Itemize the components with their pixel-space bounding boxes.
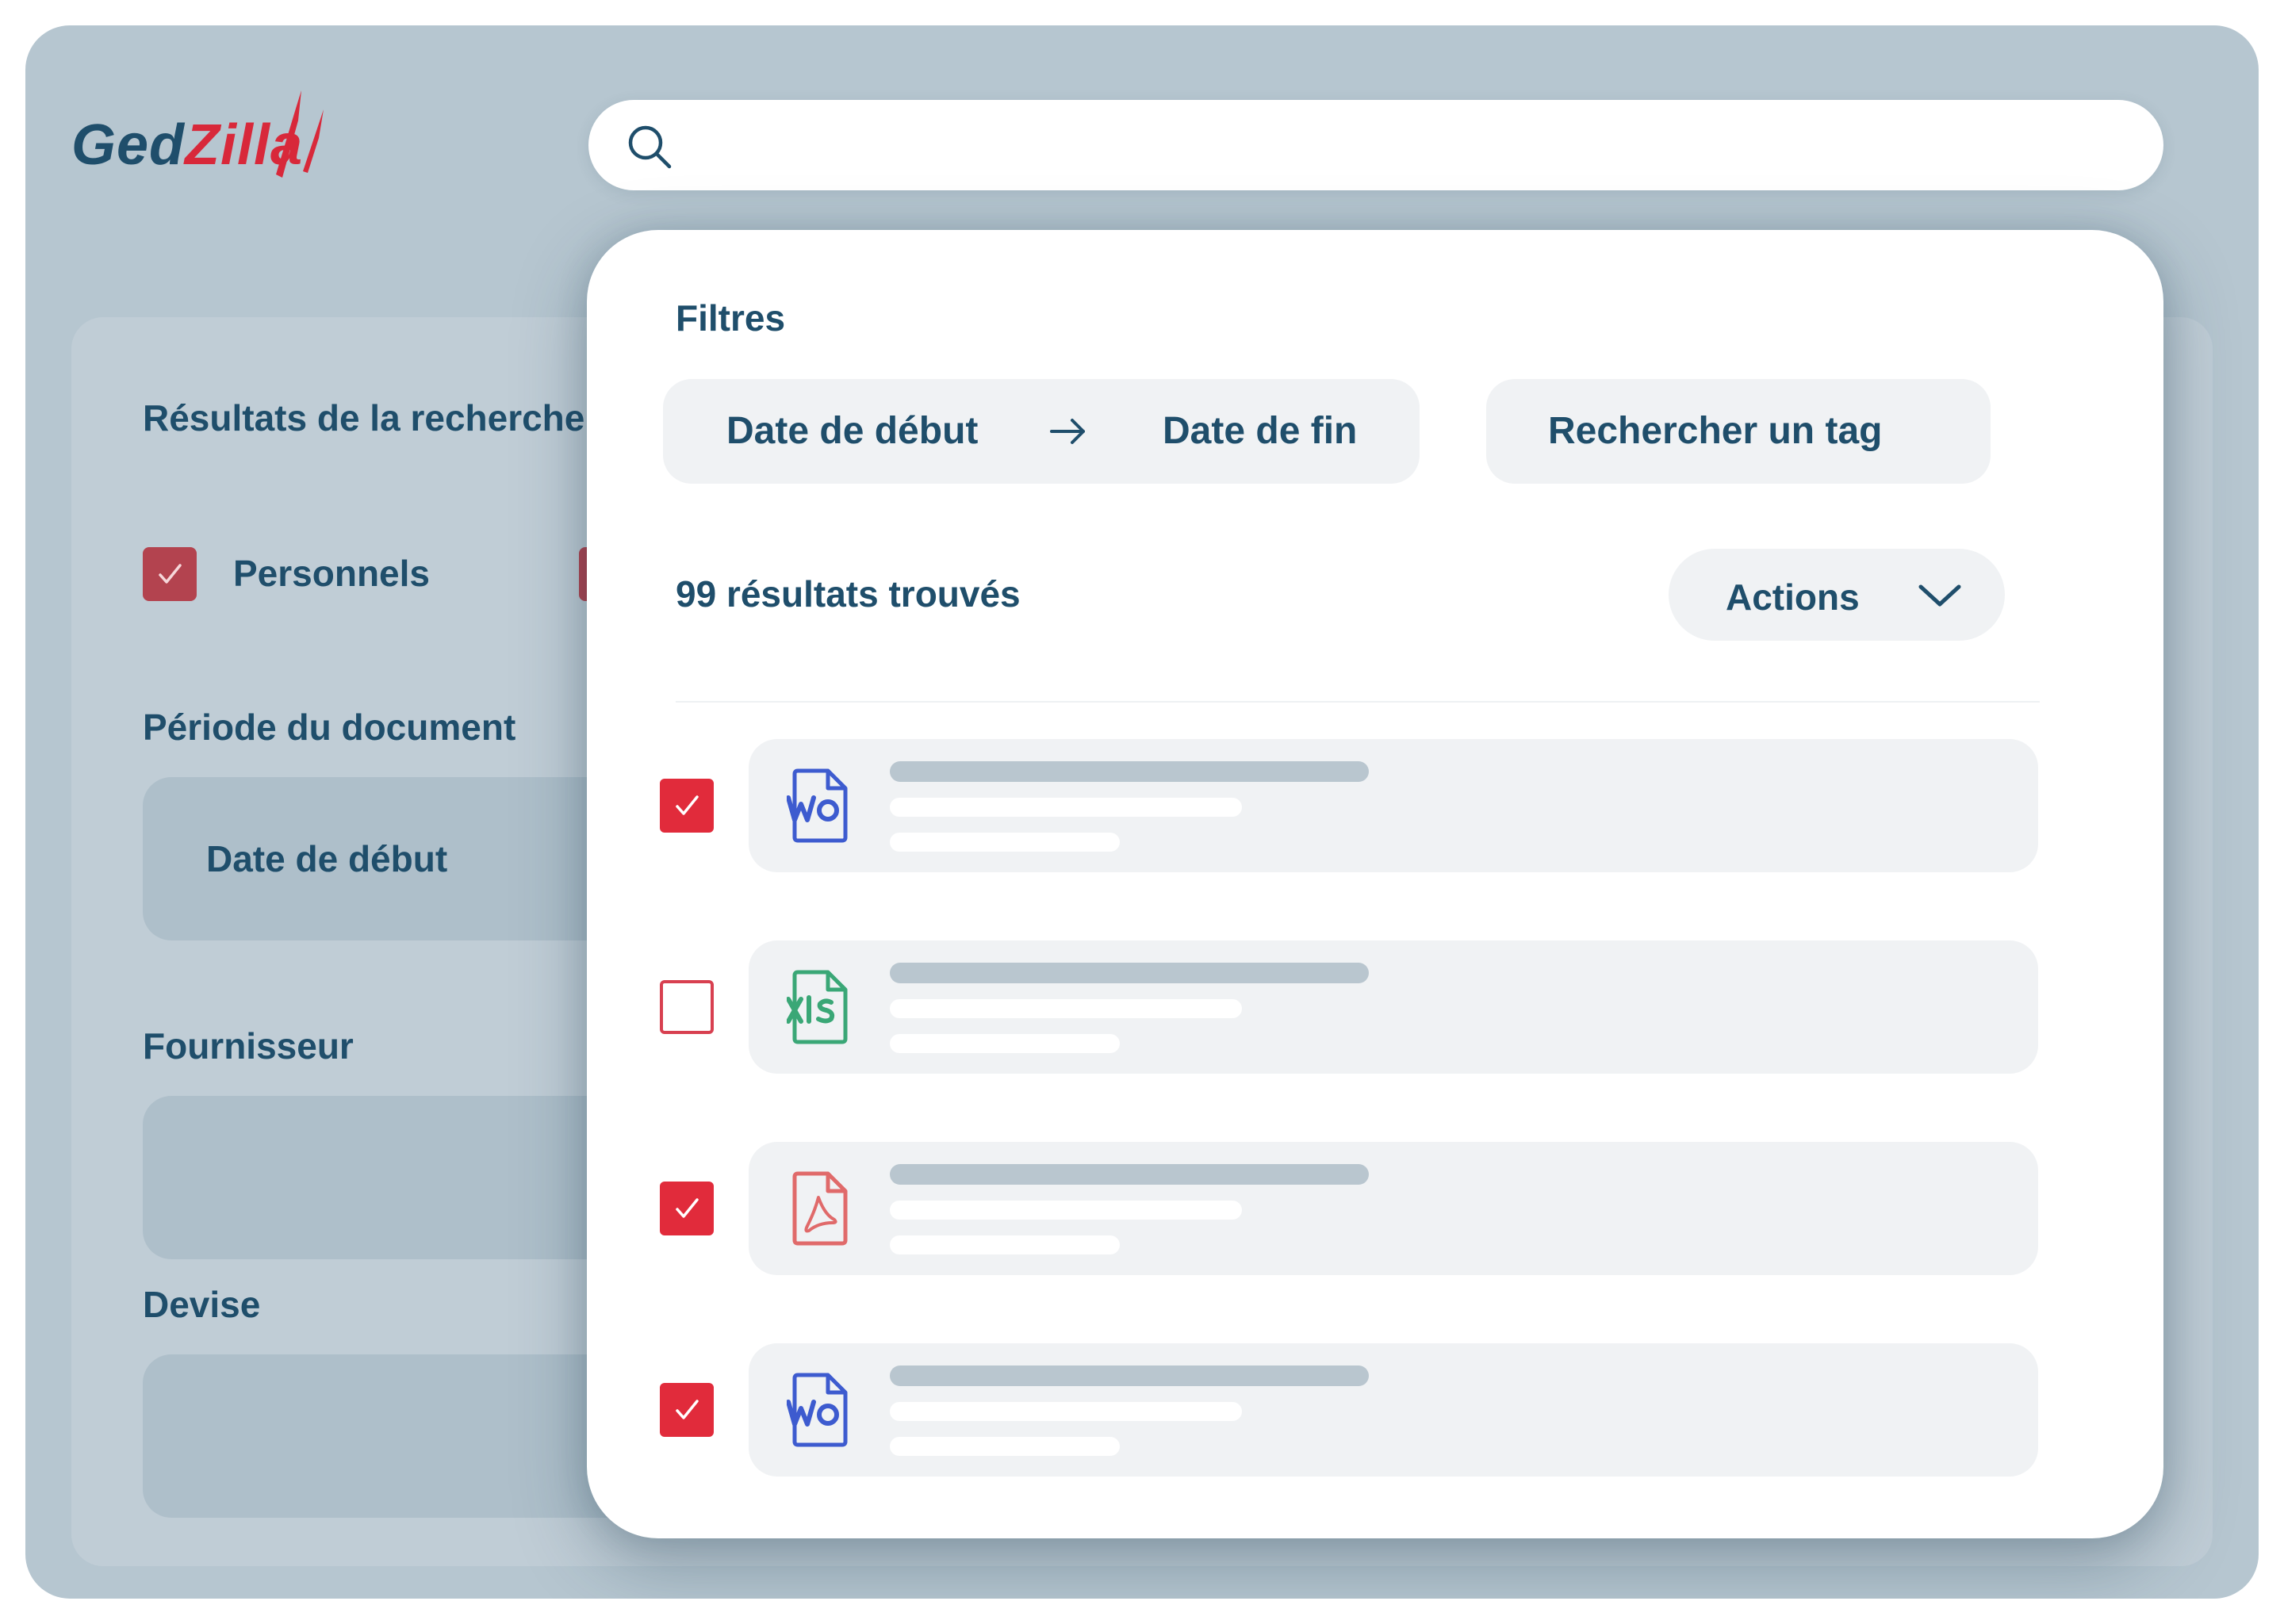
checkmark-icon: [159, 564, 182, 584]
actions-dropdown[interactable]: Actions: [1669, 549, 2005, 641]
date-range-picker[interactable]: Date de début Date de fin: [663, 379, 1420, 484]
gedzilla-logo: GedZilla: [71, 89, 357, 184]
title-placeholder: [890, 963, 1369, 983]
list-item[interactable]: [749, 1343, 2038, 1477]
period-start-field[interactable]: Date de début: [143, 777, 634, 940]
filters-title: Filtres: [676, 297, 786, 339]
list-item[interactable]: [749, 940, 2038, 1074]
claw-marks-icon: [276, 90, 324, 178]
date-end-field[interactable]: Date de fin: [1163, 409, 1357, 453]
app-window: GedZilla Résultats de la recherche Perso…: [25, 25, 2259, 1599]
personnels-label: Personnels: [233, 553, 430, 594]
result-checkbox[interactable]: [660, 1383, 714, 1437]
results-title: Résultats de la recherche: [143, 397, 585, 439]
title-placeholder: [890, 1365, 1369, 1386]
date-start-field[interactable]: Date de début: [726, 409, 978, 453]
result-checkbox[interactable]: [660, 980, 714, 1034]
search-icon: [628, 125, 672, 169]
tag-search-field[interactable]: Rechercher un tag: [1486, 379, 1991, 484]
currency-label: Devise: [143, 1284, 261, 1325]
tag-search-label: Rechercher un tag: [1548, 410, 1883, 452]
subtitle-placeholder: [890, 798, 1242, 817]
title-placeholder: [890, 1164, 1369, 1185]
list-item[interactable]: [749, 1142, 2038, 1275]
search-input[interactable]: [692, 117, 2122, 174]
actions-label: Actions: [1726, 576, 1860, 618]
meta-placeholder: [890, 833, 1120, 852]
word-file-icon: [787, 768, 848, 843]
meta-placeholder: [890, 1235, 1120, 1254]
excel-file-icon: [787, 970, 848, 1044]
subtitle-placeholder: [890, 999, 1242, 1018]
checkmark-icon: [676, 795, 699, 815]
list-item[interactable]: [749, 739, 2038, 872]
period-start-label: Date de début: [206, 838, 448, 879]
checkmark-icon: [676, 1400, 699, 1419]
results-count: 99 résultats trouvés: [676, 573, 1021, 615]
divider: [676, 701, 2040, 703]
pdf-file-icon: [792, 1171, 848, 1246]
supplier-label: Fournisseur: [143, 1025, 354, 1067]
result-checkbox[interactable]: [660, 1182, 714, 1235]
currency-field[interactable]: [143, 1354, 634, 1518]
subtitle-placeholder: [890, 1402, 1242, 1421]
personnels-checkbox[interactable]: [143, 547, 197, 601]
word-file-icon: [787, 1373, 848, 1447]
supplier-field[interactable]: [143, 1096, 634, 1259]
arrow-right-icon: [1050, 419, 1085, 444]
meta-placeholder: [890, 1034, 1120, 1053]
chevron-down-icon: [1918, 584, 1961, 607]
search-bar[interactable]: [588, 100, 2163, 190]
period-label: Période du document: [143, 707, 516, 748]
meta-placeholder: [890, 1437, 1120, 1456]
subtitle-placeholder: [890, 1201, 1242, 1220]
checkmark-icon: [676, 1198, 699, 1218]
filters-dropdown: Filtres Date de début Date de fin Recher…: [587, 230, 2163, 1538]
title-placeholder: [890, 761, 1369, 782]
result-checkbox[interactable]: [660, 779, 714, 833]
